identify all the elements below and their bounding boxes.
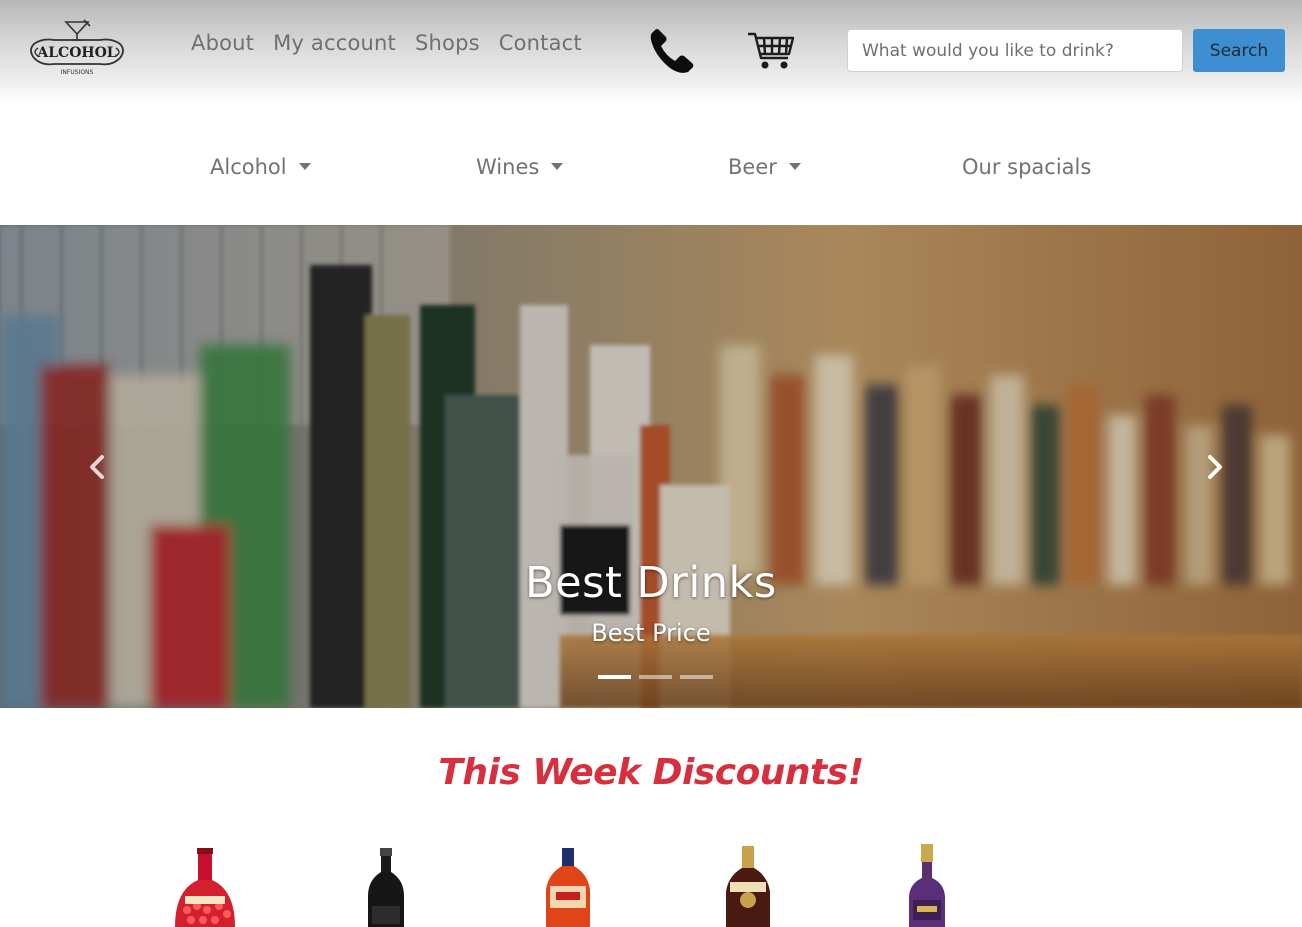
category-label: Wines — [476, 155, 540, 179]
category-beer[interactable]: Beer — [728, 154, 801, 180]
logo[interactable]: ALCOHOL INFUSIONS — [24, 18, 130, 82]
carousel-title: Best Drinks — [525, 558, 777, 608]
chevron-right-icon[interactable] — [1194, 447, 1234, 487]
red-wine-bottle-icon[interactable] — [356, 840, 416, 927]
nav-contact[interactable]: Contact — [499, 29, 582, 59]
caret-down-icon — [788, 163, 801, 170]
search-button[interactable]: Search — [1193, 29, 1285, 72]
hero-carousel: Best Drinks Best Price — [0, 225, 1302, 708]
cart-icon[interactable] — [746, 28, 796, 72]
nav-about[interactable]: About — [191, 29, 254, 59]
cocktail-glass-icon — [64, 19, 91, 41]
phone-icon[interactable] — [646, 26, 696, 76]
nav-shops[interactable]: Shops — [415, 29, 480, 59]
search-input[interactable] — [847, 29, 1183, 72]
discounts-title: This Week Discounts! — [438, 752, 864, 793]
logo-subtext: INFUSIONS — [61, 69, 94, 76]
dark-rum-bottle-icon[interactable] — [718, 840, 778, 927]
red-liqueur-bottle-icon[interactable] — [175, 840, 235, 927]
category-label: Beer — [728, 155, 777, 179]
category-alcohol[interactable]: Alcohol — [210, 154, 311, 180]
nav-my-account[interactable]: My account — [273, 29, 396, 59]
chevron-left-icon[interactable] — [78, 447, 118, 487]
category-menu: Alcohol Wines Beer Our spacials — [0, 104, 1302, 225]
carousel-indicators — [598, 675, 721, 679]
category-label: Alcohol — [210, 155, 287, 179]
top-header: ALCOHOL INFUSIONS About My account Shops… — [0, 0, 1302, 104]
purple-liqueur-bottle-icon[interactable] — [897, 840, 957, 927]
carousel-subtitle: Best Price — [591, 619, 711, 647]
main-nav: About My account Shops Contact — [191, 29, 601, 59]
category-label: Our spacials — [962, 155, 1092, 179]
category-our-specials[interactable]: Our spacials — [962, 154, 1091, 180]
carousel-indicator[interactable] — [680, 675, 713, 679]
caret-down-icon — [298, 163, 311, 170]
orange-liqueur-bottle-icon[interactable] — [538, 840, 598, 927]
carousel-indicator[interactable] — [639, 675, 672, 679]
caret-down-icon — [551, 163, 564, 170]
carousel-indicator[interactable] — [598, 675, 631, 679]
logo-text: ALCOHOL — [36, 45, 116, 61]
category-wines[interactable]: Wines — [476, 154, 564, 180]
